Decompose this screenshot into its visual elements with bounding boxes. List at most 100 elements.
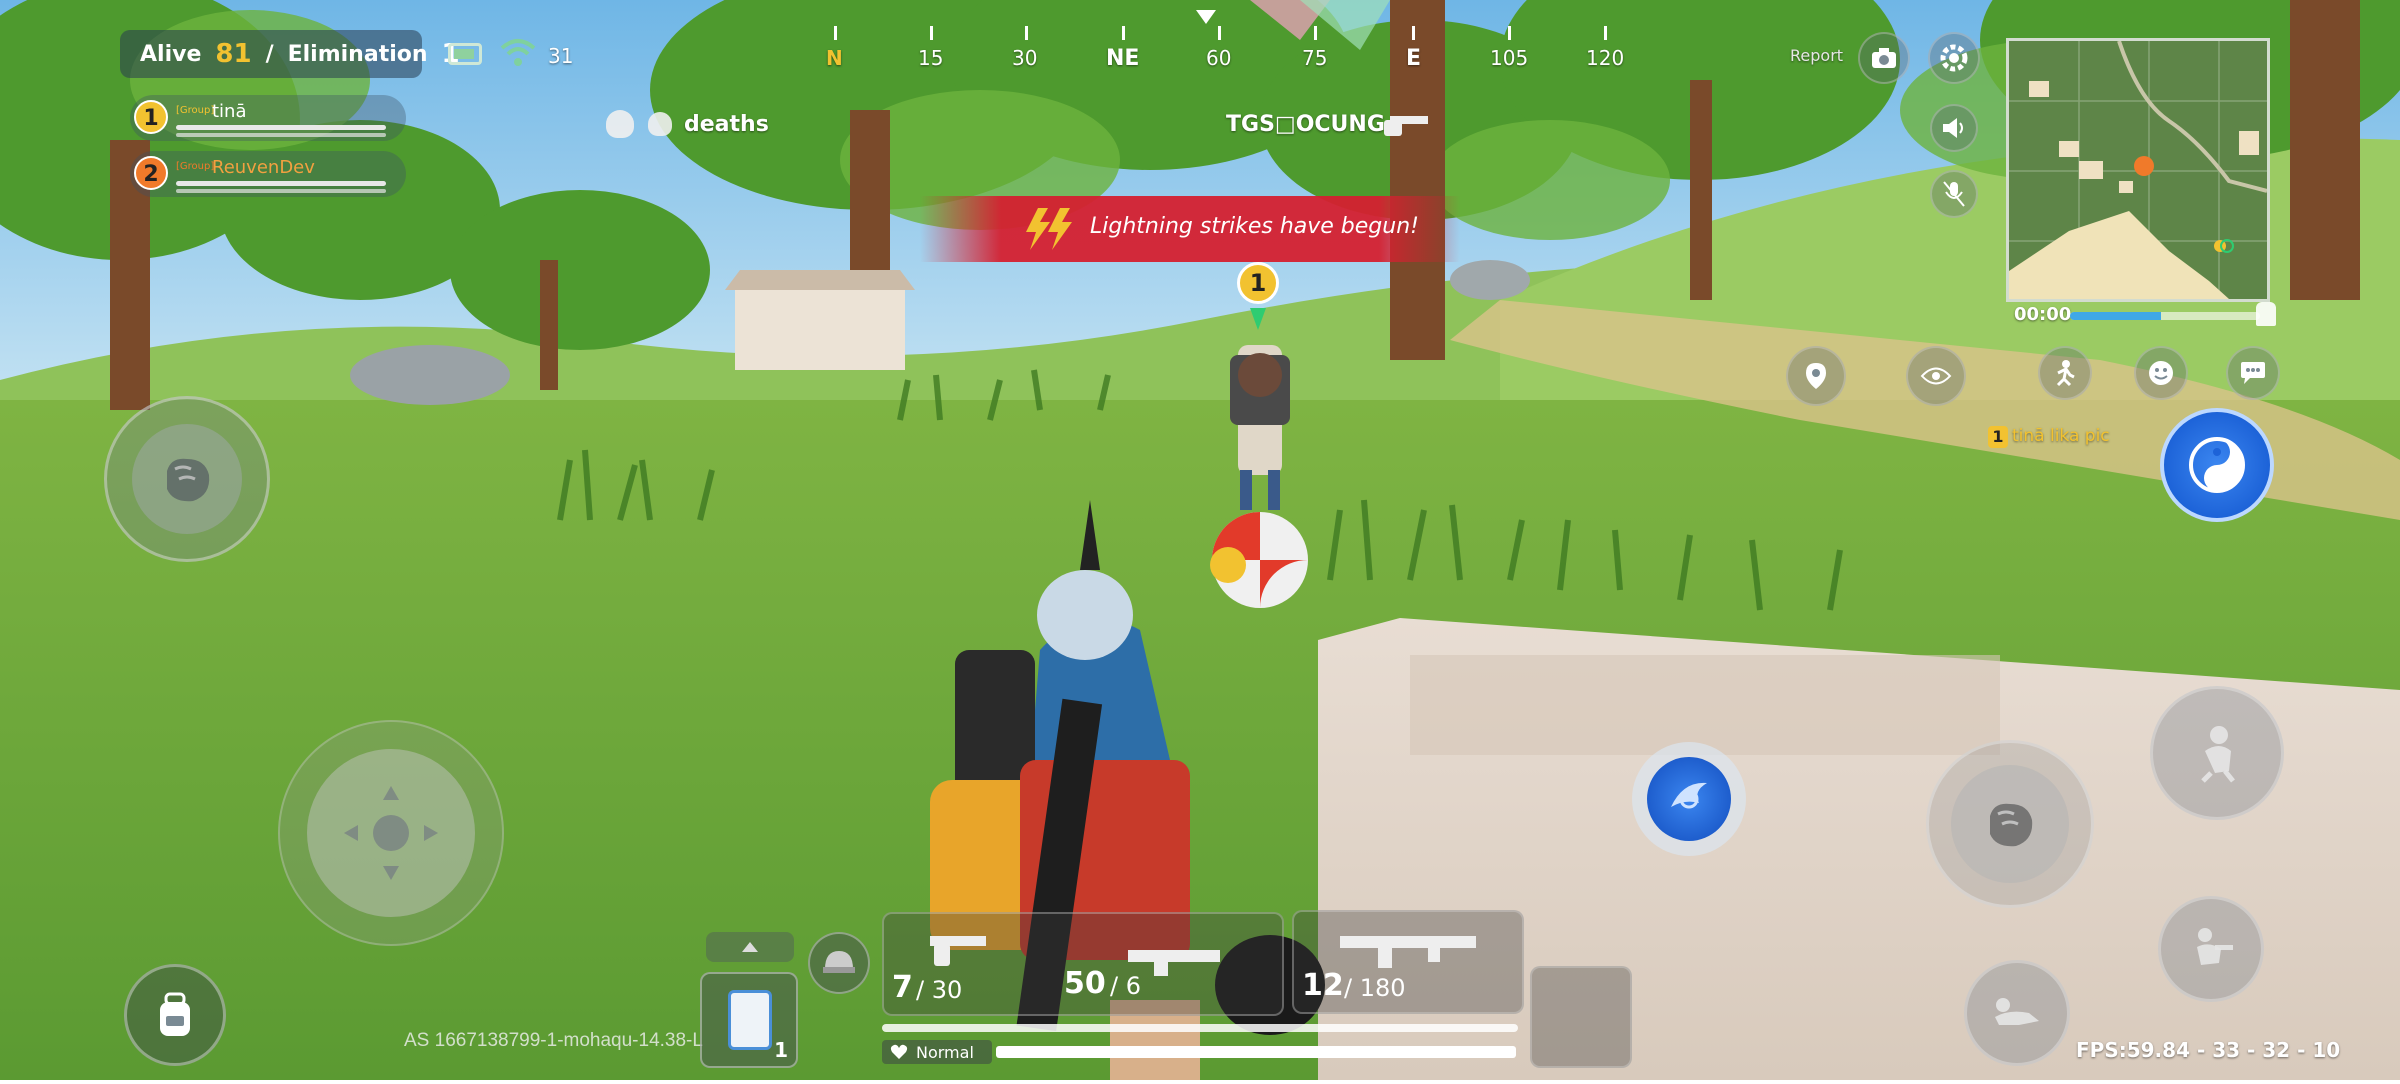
chat-button[interactable]	[2226, 346, 2280, 400]
crouch-button[interactable]	[2158, 896, 2264, 1002]
squad-member-number: 2	[134, 156, 168, 190]
fps-counter: FPS:59.84 - 33 - 32 - 10	[2076, 1038, 2341, 1062]
enemy-name-tag: TGS□OCUNG	[1226, 112, 1385, 137]
compass-label: 105	[1490, 46, 1529, 70]
pistol-icon	[930, 936, 986, 966]
inventory-expand-button[interactable]	[706, 932, 794, 962]
compass-label: NE	[1106, 46, 1140, 71]
health-fill	[996, 1046, 1516, 1058]
compass-label: E	[1406, 46, 1422, 71]
heart-icon	[890, 1044, 908, 1059]
emoji-button[interactable]	[2134, 346, 2188, 400]
squad-list: 1 [Group] tinā 2 [Group] ReuvenDev	[130, 95, 406, 197]
announcement-banner: Lightning strikes have begun!	[920, 196, 1460, 262]
squad-member-tag: [Group]	[176, 105, 215, 116]
empty-weapon-slot[interactable]	[1530, 966, 1632, 1068]
backpack-button[interactable]	[124, 964, 226, 1066]
fist-icon	[1990, 803, 2033, 847]
compass-tick	[834, 26, 837, 40]
lightning-icon	[1020, 206, 1080, 256]
running-icon	[2056, 360, 2075, 387]
compass-tick	[1604, 26, 1607, 40]
compass-label: N	[826, 46, 843, 70]
squad-member-tag: [Group]	[176, 161, 215, 172]
weapon-reserve: / 180	[1344, 974, 1406, 1002]
health-bar-top	[882, 1024, 1518, 1032]
joystick-thumb[interactable]	[307, 749, 475, 917]
announcement-text: Lightning strikes have begun!	[1090, 214, 1419, 239]
inventory-item-slot[interactable]: 1	[700, 972, 798, 1068]
compass-label: 120	[1586, 46, 1625, 70]
squad-member-armor	[176, 133, 386, 137]
compass-tick	[1508, 26, 1511, 40]
weapon-ammo: 12	[1302, 968, 1344, 1003]
compass-tick	[1025, 26, 1028, 40]
compass-label: 30	[1012, 46, 1038, 70]
stats-separator: /	[265, 41, 274, 67]
camera-button[interactable]	[1858, 32, 1910, 84]
squad-member-health	[176, 125, 386, 130]
fist-icon	[167, 458, 210, 502]
alive-count: 81	[215, 39, 252, 69]
special-skill-button[interactable]	[2160, 408, 2274, 522]
jump-button[interactable]	[2150, 686, 2284, 820]
helmet-icon	[823, 951, 855, 973]
compass-tick	[930, 26, 933, 40]
compass-tick	[1412, 26, 1415, 40]
compass-pointer	[1196, 10, 1216, 24]
prone-icon	[1995, 998, 2039, 1025]
grenade-button[interactable]	[808, 932, 870, 994]
zone-timer: 00:00	[2014, 304, 2072, 325]
weapon-ammo: 50	[1064, 966, 1106, 1001]
chat-icon	[2241, 362, 2265, 384]
zone-progress-bar	[2070, 312, 2260, 320]
weapon-slot-1[interactable]: 7 / 30 50 / 6	[882, 912, 1284, 1016]
mic-button[interactable]	[1930, 170, 1978, 218]
emote-run-button[interactable]	[2038, 346, 2092, 400]
map-pin-button[interactable]	[1786, 346, 1846, 406]
dpad-arrows-icon	[344, 786, 438, 880]
rifle-icon	[1340, 936, 1476, 968]
health-bar: Normal	[882, 1024, 1518, 1064]
compass-tick	[1218, 26, 1221, 40]
squad-member-number: 1	[134, 100, 168, 134]
dash-skill-icon	[1671, 782, 1707, 809]
fire-button-right[interactable]	[1926, 740, 2094, 908]
marker-arrow-icon	[1250, 308, 1266, 330]
eye-marker-button[interactable]	[1906, 346, 1966, 406]
health-state-box: Normal	[882, 1040, 992, 1064]
health-state: Normal	[916, 1042, 974, 1062]
inventory-item-count: 1	[774, 1038, 788, 1062]
squad-member[interactable]: 1 [Group] tinā	[130, 95, 406, 141]
skull-icon	[606, 110, 634, 138]
minimap[interactable]	[2006, 38, 2270, 302]
yin-yang-icon	[2189, 437, 2245, 493]
report-link[interactable]: Report	[1790, 46, 1843, 65]
teammate-marker: 1	[1237, 262, 1279, 304]
chevron-up-icon	[742, 942, 758, 952]
movement-joystick[interactable]	[278, 720, 504, 946]
squad-member-name: tinā	[212, 101, 247, 122]
weapon-reserve: / 6	[1110, 972, 1141, 1000]
speaker-icon	[1943, 118, 1963, 138]
bandage-icon	[728, 990, 772, 1050]
mic-muted-icon	[1943, 181, 1965, 207]
build-string: AS 1667138799-1-mohaqu-14.38-L	[404, 1030, 703, 1051]
fire-button-left[interactable]	[104, 396, 270, 562]
compass-tick	[1122, 26, 1125, 40]
weapon-slot-2[interactable]: 12 / 180	[1292, 910, 1524, 1014]
wifi-icon	[500, 38, 536, 72]
settings-button[interactable]	[1928, 32, 1980, 84]
alive-label: Alive	[140, 41, 202, 67]
squad-member[interactable]: 2 [Group] ReuvenDev	[130, 151, 406, 197]
minimap-terrain	[2009, 41, 2267, 299]
skill-button-blue[interactable]	[1632, 742, 1746, 856]
prone-button[interactable]	[1964, 960, 2070, 1066]
revolver-icon	[1380, 112, 1430, 142]
speaker-button[interactable]	[1930, 104, 1978, 152]
compass-label: 75	[1302, 46, 1328, 70]
squad-member-name: ReuvenDev	[212, 157, 315, 178]
battery-icon	[448, 43, 482, 65]
teammate-ping-badge: 1	[1988, 426, 2008, 448]
eye-icon	[1920, 367, 1952, 385]
